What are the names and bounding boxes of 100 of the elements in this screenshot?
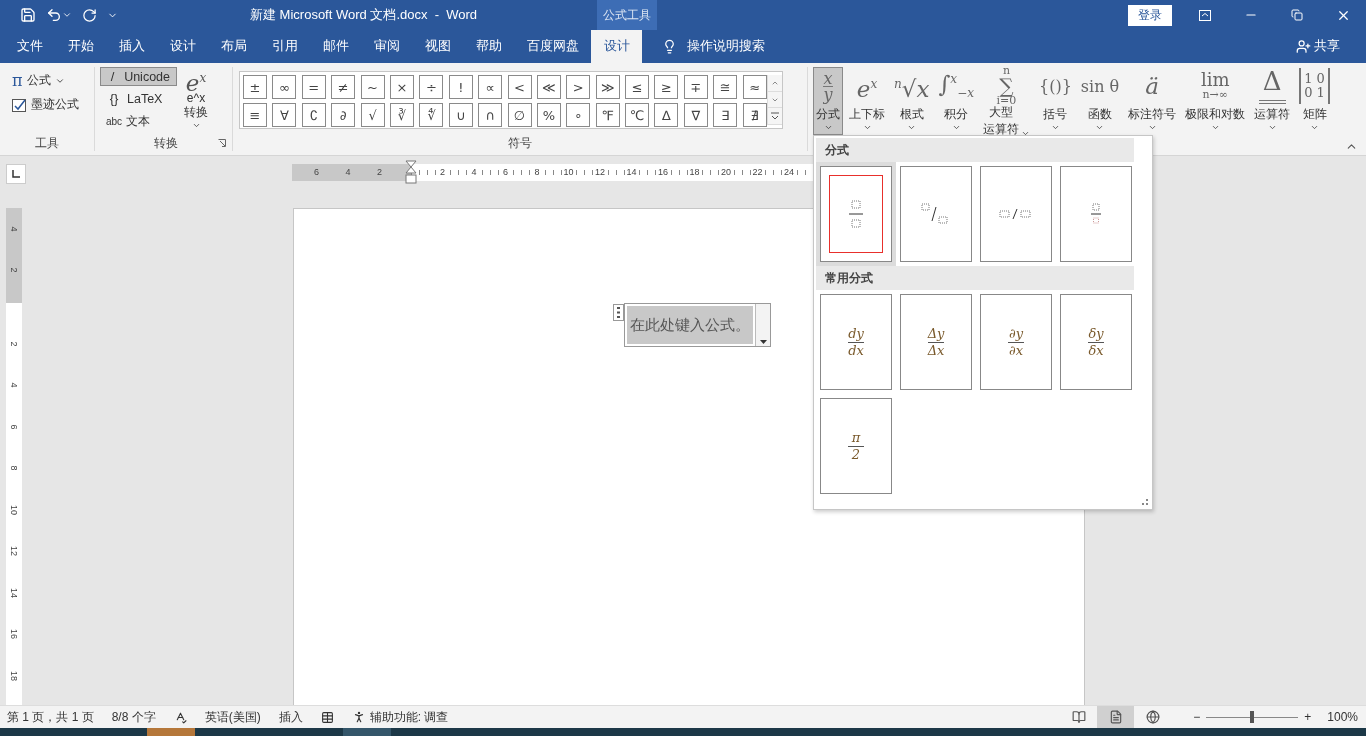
sign-in-button[interactable]: 登录 [1128, 4, 1172, 26]
symbol-button[interactable]: ∁ [301, 103, 326, 127]
equation-box[interactable]: 在此处键入公式。 [624, 303, 771, 347]
structure-button[interactable]: Δ 运算符 [1251, 67, 1294, 135]
ribbon-tab[interactable]: 开始 [55, 30, 106, 63]
accessibility-button[interactable]: 辅助功能: 调查 [351, 708, 449, 726]
symbol-button[interactable]: ± [243, 75, 267, 99]
structure-button[interactable]: ä 标注符号 [1125, 67, 1180, 135]
symbol-button[interactable]: ≤ [625, 75, 650, 99]
ruler-number: 4 [344, 167, 352, 177]
zoom-thumb[interactable] [1250, 711, 1255, 723]
save-button[interactable] [20, 7, 36, 23]
symbol-button[interactable]: ℉ [595, 103, 620, 127]
fraction-option[interactable]: dy dx [820, 294, 892, 390]
redo-button[interactable] [82, 7, 97, 23]
restore-icon [1291, 9, 1303, 21]
view-button[interactable] [1097, 706, 1135, 728]
ink-equation-button[interactable]: 墨迹公式 [8, 94, 94, 115]
symbol-button[interactable]: ∆ [654, 103, 679, 127]
zoom-in-button[interactable]: + [1304, 710, 1312, 724]
structure-button[interactable]: e$^{x}$ 上下标 [846, 67, 888, 135]
ribbon-tab[interactable]: 设计 [591, 30, 642, 63]
symbol-button[interactable]: ≠ [331, 75, 356, 99]
tell-me-search[interactable]: 操作说明搜索 [656, 30, 771, 63]
symbol-button[interactable]: % [536, 103, 561, 127]
format-option[interactable]: / Unicode [100, 67, 177, 86]
symbol-button[interactable]: ∅ [507, 103, 532, 127]
word-count[interactable]: 8/8 个字 [111, 708, 156, 726]
share-button[interactable]: 共享 [1290, 30, 1346, 63]
symbol-button[interactable]: ∄ [742, 103, 767, 127]
symbol-button[interactable]: ≈ [742, 75, 767, 99]
symbol-button[interactable]: ℃ [625, 103, 650, 127]
symbol-button[interactable]: ≫ [595, 75, 620, 99]
ribbon-tab[interactable]: 百度网盘 [514, 30, 591, 63]
symbol-button[interactable]: √ [360, 103, 385, 127]
symbol-button[interactable]: ≡ [243, 103, 267, 127]
structure-button[interactable]: $^{n}$√x 根式 [891, 67, 933, 135]
ribbon-tab[interactable]: 文件 [4, 30, 55, 63]
symbol-button[interactable]: ∂ [331, 103, 356, 127]
ribbon-tab[interactable]: 插入 [106, 30, 157, 63]
symbol-button[interactable]: ∜ [419, 103, 444, 127]
symbol-button[interactable]: ∘ [566, 103, 591, 127]
fraction-option[interactable] [980, 166, 1052, 262]
numerator: dy [848, 325, 864, 342]
macro-button[interactable] [320, 710, 334, 724]
symbol-button[interactable]: ∩ [478, 103, 503, 127]
ribbon-tab[interactable]: 帮助 [463, 30, 514, 63]
language-button[interactable]: 英语(美国) [204, 708, 261, 726]
structure-button[interactable]: x y 分式 [813, 67, 843, 135]
ribbon-tab[interactable]: 视图 [412, 30, 463, 63]
symbol-button[interactable]: ≅ [713, 75, 738, 99]
structure-button[interactable]: n ∑ i=0 大型 运算符 [979, 67, 1033, 135]
group-label: 转换 [154, 135, 178, 151]
equation-options-button[interactable] [755, 304, 770, 346]
ribbon-tab[interactable]: 邮件 [310, 30, 361, 63]
symbol-button[interactable]: ~ [360, 75, 385, 99]
text-button[interactable]: abc 文本 [100, 111, 177, 132]
page-count[interactable]: 第 1 页，共 1 页 [7, 708, 94, 726]
resize-grip-icon[interactable] [1142, 499, 1148, 505]
fraction-option[interactable]: δy δx [1060, 294, 1132, 390]
symbol-button[interactable]: ∇ [683, 103, 708, 127]
tab-selector[interactable] [6, 164, 26, 184]
fraction-option[interactable]: ∂y ∂x [980, 294, 1052, 390]
fraction-option[interactable]: Δy Δx [900, 294, 972, 390]
symbol-button[interactable]: ∝ [478, 75, 503, 99]
dialog-launcher-icon[interactable] [218, 139, 226, 147]
more-button[interactable] [767, 108, 782, 125]
symbol-button[interactable]: = [301, 75, 326, 99]
symbol-button[interactable]: > [566, 75, 591, 99]
equation-handle[interactable] [613, 304, 624, 321]
symbol-button[interactable]: ∓ [683, 75, 708, 99]
symbol-button[interactable]: ∞ [272, 75, 297, 99]
structure-button[interactable]: {()} 括号 [1035, 67, 1075, 135]
fraction-option[interactable] [900, 166, 972, 262]
fraction-option[interactable] [1060, 166, 1132, 262]
zoom-out-button[interactable]: − [1193, 710, 1201, 724]
structure-button[interactable]: 1 0 0 1 矩阵 [1296, 67, 1333, 135]
structure-button[interactable]: sin θ 函数 [1077, 67, 1123, 135]
ribbon-tab[interactable]: 布局 [208, 30, 259, 63]
format-option[interactable]: {} LaTeX [100, 89, 177, 108]
ribbon-tab[interactable]: 引用 [259, 30, 310, 63]
undo-button[interactable] [46, 7, 72, 23]
ribbon-tab[interactable]: 审阅 [361, 30, 412, 63]
convert-button[interactable]: e$^{x}$ e^x 转换 [181, 67, 211, 135]
fraction-option[interactable]: π 2 [820, 398, 892, 494]
structure-button[interactable]: lim n→∞ 极限和对数 [1182, 67, 1249, 135]
ribbon-tab[interactable]: 设计 [157, 30, 208, 63]
symbol-button[interactable]: × [389, 75, 414, 99]
insert-mode[interactable]: 插入 [278, 708, 303, 726]
symbol-button[interactable]: ÷ [419, 75, 444, 99]
symbol-button[interactable]: ∪ [448, 103, 473, 127]
indent-marker-icon[interactable] [405, 160, 417, 186]
symbol-button[interactable]: ∀ [272, 103, 297, 127]
equation-button[interactable]: π 公式 [8, 69, 94, 92]
symbol-button[interactable]: ≪ [536, 75, 561, 99]
symbol-button[interactable]: ∛ [389, 103, 414, 127]
symbol-button[interactable]: ∃ [713, 103, 738, 127]
symbol-button[interactable]: ! [448, 75, 473, 99]
symbol-button[interactable]: < [507, 75, 532, 99]
symbol-button[interactable]: ≥ [654, 75, 679, 99]
